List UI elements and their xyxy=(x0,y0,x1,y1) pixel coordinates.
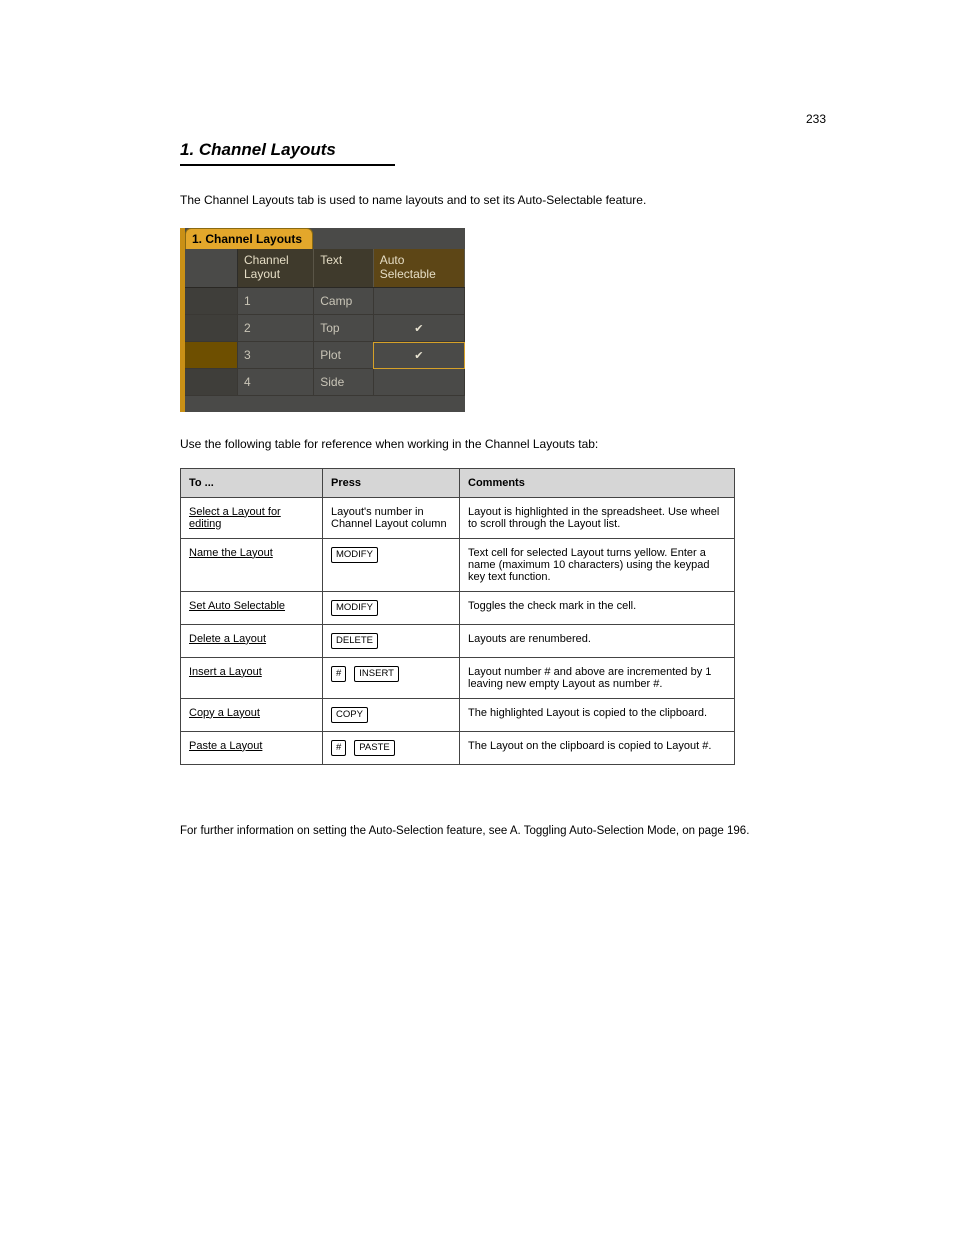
row-handle[interactable] xyxy=(185,342,238,369)
cell-press: Layout's number in Channel Layout column xyxy=(323,497,460,538)
channel-layouts-panel: 1. Channel Layouts Channel Layout Text A… xyxy=(180,228,465,412)
cell-text[interactable]: Side xyxy=(314,369,373,396)
keycap: PASTE xyxy=(354,740,394,756)
cell-text[interactable]: Camp xyxy=(314,288,373,315)
table-row[interactable]: 1Camp xyxy=(185,288,465,315)
cell-text[interactable]: Top xyxy=(314,315,373,342)
table-row[interactable]: 2Top ✔ xyxy=(185,315,465,342)
table-row: Set Auto Selectable MODIFY Toggles the che… xyxy=(181,591,735,624)
row-handle[interactable] xyxy=(185,369,238,396)
table-row[interactable]: 3Plot ✔ xyxy=(185,342,465,369)
cell-press: MODIFY xyxy=(323,538,460,591)
keycap: # xyxy=(331,740,346,756)
channel-layouts-table: Channel Layout Text Auto Selectable 1Cam… xyxy=(185,249,465,396)
cell-press: # PASTE xyxy=(323,731,460,764)
table-row: Insert a Layout # INSERT Layout number # an… xyxy=(181,657,735,698)
table-row: Name the Layout MODIFY Text cell for selec… xyxy=(181,538,735,591)
table-row: Delete a Layout DELETE Layouts are renumbe… xyxy=(181,624,735,657)
cell-to: Copy a Layout xyxy=(181,698,323,731)
check-icon: ✔ xyxy=(414,322,423,335)
col-channel-layout[interactable]: Channel Layout xyxy=(238,249,314,288)
keycap: COPY xyxy=(331,707,368,723)
cell-auto-selectable[interactable]: ✔ xyxy=(373,315,464,342)
keycap: DELETE xyxy=(331,633,378,649)
col-lead xyxy=(185,249,238,288)
section-title: 1. Channel Layouts xyxy=(180,140,834,160)
cell-press: DELETE xyxy=(323,624,460,657)
keycap: INSERT xyxy=(354,666,399,682)
table-row: Paste a Layout # PASTE The Layout on the cl… xyxy=(181,731,735,764)
keycap: MODIFY xyxy=(331,547,378,563)
row-handle[interactable] xyxy=(185,315,238,342)
keycap: MODIFY xyxy=(331,600,378,616)
footer-note: For further information on setting the A… xyxy=(180,825,834,837)
row-handle[interactable] xyxy=(185,288,238,315)
cell-auto-selectable[interactable] xyxy=(373,288,464,315)
tab-channel-layouts[interactable]: 1. Channel Layouts xyxy=(185,228,313,249)
cell-auto-selectable[interactable] xyxy=(373,369,464,396)
keycap: # xyxy=(331,666,346,682)
table-row: Select a Layout for editingLayout's numb… xyxy=(181,497,735,538)
table-intro: Use the following table for reference wh… xyxy=(180,436,834,453)
reference-table: To ... Press Comments Select a Layout fo… xyxy=(180,468,735,765)
cell-press: COPY xyxy=(323,698,460,731)
ref-head-comments: Comments xyxy=(460,468,735,497)
table-row: Copy a Layout COPY The highlighted Layout … xyxy=(181,698,735,731)
cell-to: Delete a Layout xyxy=(181,624,323,657)
cell-press: MODIFY xyxy=(323,591,460,624)
cell-channel-layout-number[interactable]: 1 xyxy=(238,288,314,315)
ref-head-press: Press xyxy=(323,468,460,497)
cell-comments: Text cell for selected Layout turns yell… xyxy=(460,538,735,591)
cell-channel-layout-number[interactable]: 4 xyxy=(238,369,314,396)
title-underline xyxy=(180,164,395,166)
col-text[interactable]: Text xyxy=(314,249,373,288)
cell-auto-selectable[interactable]: ✔ xyxy=(373,342,464,369)
cell-channel-layout-number[interactable]: 3 xyxy=(238,342,314,369)
check-icon: ✔ xyxy=(414,349,423,362)
cell-comments: The highlighted Layout is copied to the … xyxy=(460,698,735,731)
cell-comments: The Layout on the clipboard is copied to… xyxy=(460,731,735,764)
table-row[interactable]: 4Side xyxy=(185,369,465,396)
cell-to: Set Auto Selectable xyxy=(181,591,323,624)
cell-to: Name the Layout xyxy=(181,538,323,591)
cell-press: # INSERT xyxy=(323,657,460,698)
ref-head-to: To ... xyxy=(181,468,323,497)
cell-comments: Layout is highlighted in the spreadsheet… xyxy=(460,497,735,538)
intro-paragraph: The Channel Layouts tab is used to name … xyxy=(180,192,834,209)
cell-comments: Layout number # and above are incremente… xyxy=(460,657,735,698)
cell-comments: Toggles the check mark in the cell. xyxy=(460,591,735,624)
cell-to: Paste a Layout xyxy=(181,731,323,764)
cell-channel-layout-number[interactable]: 2 xyxy=(238,315,314,342)
cell-to: Select a Layout for editing xyxy=(181,497,323,538)
cell-comments: Layouts are renumbered. xyxy=(460,624,735,657)
col-auto-selectable[interactable]: Auto Selectable xyxy=(373,249,464,288)
cell-to: Insert a Layout xyxy=(181,657,323,698)
page-number-top: 233 xyxy=(806,112,826,126)
cell-text[interactable]: Plot xyxy=(314,342,373,369)
